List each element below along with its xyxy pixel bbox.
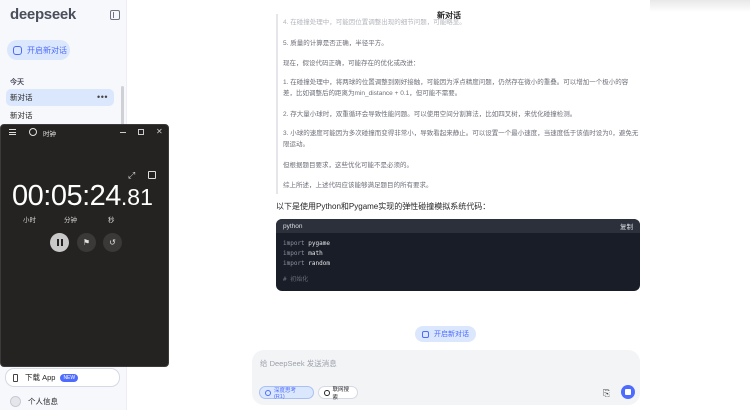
conversation-item[interactable]: 新对话 — [6, 107, 114, 124]
section-today: 今天 — [10, 79, 24, 86]
unit-seconds: 秒 — [108, 217, 115, 224]
message-input[interactable]: 给 DeepSeek 发送消息 — [260, 358, 337, 369]
deepthink-label: 深度思考 (R1) — [273, 387, 296, 400]
code-comment: # 初始化 — [283, 276, 309, 283]
globe-icon — [324, 389, 330, 396]
reasoning-paragraph: 现在，假设代码正确，可能存在的优化或改进： — [283, 60, 420, 67]
time-fraction: .81 — [120, 184, 153, 210]
flag-icon: ⚑ — [82, 238, 91, 247]
new-chat-button[interactable]: 开启新对话 — [7, 40, 70, 60]
web-search-toggle[interactable]: 联网搜索 — [318, 386, 358, 401]
download-app-label: 下载 App — [25, 373, 56, 382]
new-chat-icon — [13, 45, 22, 55]
conversation-label: 新对话 — [10, 111, 33, 120]
minimize-icon[interactable] — [120, 132, 126, 133]
deepthink-toggle[interactable]: 深度思考 (R1) — [259, 386, 314, 400]
reset-button[interactable]: ↺ — [103, 233, 122, 252]
code-line: import math — [283, 250, 323, 257]
new-chat-center-button[interactable]: 开启新对话 — [415, 326, 476, 342]
conversation-label: 新对话 — [10, 93, 33, 102]
pause-icon — [56, 239, 63, 246]
window-titlebar[interactable]: 时钟 ✕ — [1, 125, 168, 140]
reasoning-paragraph: 3. 小球的速度可能因为多次碰撞而变得非常小，导致看起来静止。可以设置一个最小速… — [283, 130, 639, 149]
faded-text: 4. 在碰撞处理中，可能因位置调整出现的细节问题，可能略显。 — [283, 19, 466, 26]
close-icon[interactable]: ✕ — [156, 127, 163, 136]
reasoning-paragraph: 2. 存大量小球时，双重循环会导致性能问题。可以使用空间分割算法，比如四叉树，来… — [283, 111, 577, 118]
stopwatch-window: 时钟 ✕ ⤢ 00:05:24.81 小时 分钟 秒 ⚑ ↺ — [0, 124, 169, 367]
send-button[interactable] — [621, 385, 635, 399]
pause-button[interactable] — [50, 233, 69, 252]
reset-icon: ↺ — [109, 238, 116, 247]
new-chat-center-label: 开启新对话 — [434, 331, 469, 338]
menu-icon[interactable] — [9, 129, 16, 135]
code-line: import pygame — [283, 240, 330, 247]
profile-button[interactable]: 个人信息 — [10, 396, 58, 407]
logo: deepseek — [10, 6, 76, 23]
profile-label: 个人信息 — [28, 397, 58, 406]
keep-on-top-icon[interactable] — [148, 171, 156, 179]
reasoning-paragraph: 5. 质量的计算是否正确，半径平方。 — [283, 40, 388, 47]
new-badge: NEW — [60, 373, 79, 382]
deepthink-icon — [265, 389, 271, 396]
maximize-icon[interactable] — [138, 129, 144, 135]
reasoning-paragraph: 但根据题目要求，这些优化可能不是必须的。 — [283, 162, 413, 169]
sidebar-scrollbar[interactable] — [121, 86, 124, 126]
reasoning-quote-bar — [276, 14, 278, 194]
collapse-sidebar-icon[interactable] — [110, 10, 120, 20]
phone-icon — [13, 373, 18, 382]
new-chat-label: 开启新对话 — [27, 45, 67, 55]
code-block: python 复制 import pygame import math impo… — [276, 219, 640, 291]
answer-intro: 以下是使用Python和Pygame实现的弹性碰撞模拟系统代码： — [276, 202, 491, 211]
unit-minutes: 分钟 — [64, 217, 77, 224]
top-shadow — [650, 0, 750, 12]
message-input-box[interactable]: 给 DeepSeek 发送消息 深度思考 (R1) 联网搜索 ⎘ — [252, 350, 640, 405]
reasoning-paragraph: 1. 在碰撞处理中，将两球的位置调整到刚好接触，可能因为浮点精度问题，仍然存在微… — [283, 79, 629, 98]
clock-app-icon — [29, 128, 37, 136]
avatar — [10, 396, 21, 407]
more-options-icon[interactable]: ••• — [97, 89, 108, 106]
reasoning-paragraph: 综上所述，上述代码应该能够满足题目的所有要求。 — [283, 182, 433, 189]
new-chat-icon — [422, 330, 429, 338]
web-search-label: 联网搜索 — [332, 386, 350, 401]
code-line: import random — [283, 260, 330, 267]
conversation-item[interactable]: 新对话 ••• — [6, 89, 114, 106]
code-language: python — [283, 222, 303, 230]
attach-icon[interactable]: ⎘ — [603, 388, 610, 399]
unit-hours: 小时 — [23, 217, 36, 224]
time-main: 00:05:24 — [12, 180, 121, 212]
download-app-button[interactable]: 下载 App NEW — [5, 368, 120, 387]
copy-button[interactable]: 复制 — [620, 221, 633, 231]
code-body: import pygame import math import random … — [276, 233, 640, 291]
lap-button[interactable]: ⚑ — [77, 233, 96, 252]
window-title: 时钟 — [43, 131, 56, 138]
stopwatch-time: 00:05:24.81 — [12, 180, 153, 213]
code-header: python 复制 — [276, 219, 640, 233]
